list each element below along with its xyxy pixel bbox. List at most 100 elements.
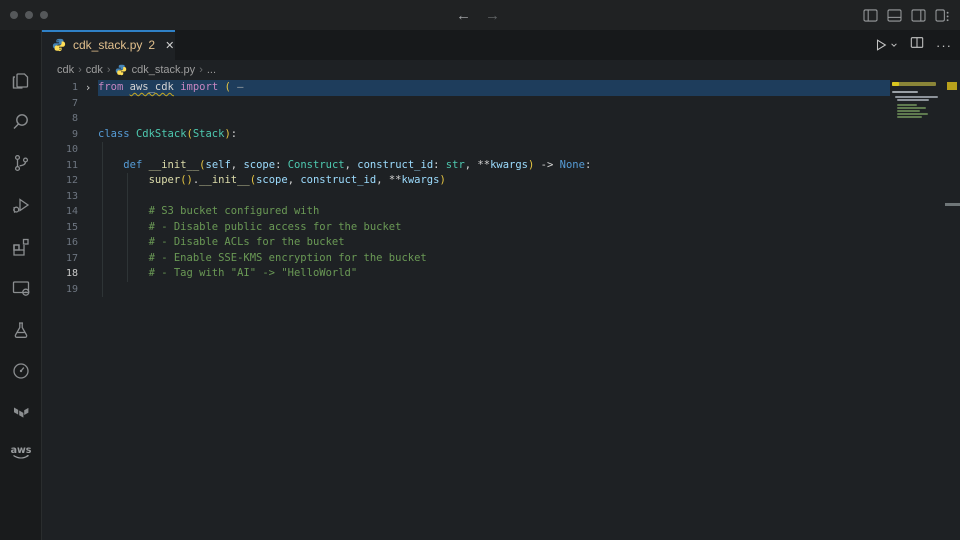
code-line[interactable]: 10 — [42, 142, 890, 158]
minimap-line — [892, 91, 918, 93]
code-token: # - Enable SSE-KMS encryption for the bu… — [149, 252, 427, 264]
code-token: # - Disable public access for the bucket — [149, 221, 402, 233]
minimap-line — [892, 82, 899, 86]
code-line[interactable]: 16 # - Disable ACLs for the bucket — [42, 235, 890, 251]
back-icon[interactable]: ← — [456, 7, 471, 24]
line-number[interactable]: 16 — [42, 235, 78, 251]
code-line[interactable]: 13 — [42, 189, 890, 205]
close-tab-icon[interactable]: ✕ — [165, 39, 174, 52]
code-token: : — [231, 128, 237, 140]
line-number[interactable]: 8 — [42, 111, 78, 127]
terraform-icon[interactable] — [0, 395, 42, 431]
line-number[interactable]: 15 — [42, 220, 78, 236]
split-editor-icon[interactable] — [910, 36, 924, 54]
window-controls[interactable] — [0, 11, 48, 19]
remote-explorer-icon[interactable] — [0, 270, 42, 306]
tab-cdk-stack-py[interactable]: cdk_stack.py 2 ✕ — [42, 30, 175, 60]
indent-guide — [127, 189, 128, 205]
run-python-file-button[interactable] — [874, 38, 898, 52]
testing-beaker-icon[interactable] — [0, 312, 42, 348]
code-line[interactable]: 8 — [42, 111, 890, 127]
code-token: : — [275, 159, 288, 171]
code-token — [98, 221, 149, 233]
code-line[interactable]: 14 # S3 bucket configured with — [42, 204, 890, 220]
toggle-primary-sidebar-icon[interactable] — [863, 9, 878, 22]
code-line[interactable]: 19 — [42, 282, 890, 298]
code-line[interactable]: 12 super().__init__(scope, construct_id,… — [42, 173, 890, 189]
indent-guide — [127, 220, 128, 236]
code-token — [98, 236, 149, 248]
line-number[interactable]: 9 — [42, 127, 78, 143]
code-line[interactable]: 17 # - Enable SSE-KMS encryption for the… — [42, 251, 890, 267]
code-line[interactable]: 1›from aws_cdk import ( – — [42, 80, 890, 96]
code-line[interactable]: 11 def __init__(self, scope: Construct, … — [42, 158, 890, 174]
code-line[interactable]: 18 # - Tag with "AI" -> "HelloWorld" — [42, 266, 890, 282]
layout-controls — [863, 0, 950, 30]
fold-gutter — [78, 251, 98, 267]
code-token: kwargs — [490, 159, 528, 171]
indent-guide — [102, 282, 103, 298]
line-number[interactable]: 19 — [42, 282, 78, 298]
close-window-icon[interactable] — [10, 11, 18, 19]
code-text — [98, 111, 890, 127]
line-number[interactable]: 17 — [42, 251, 78, 267]
run-debug-icon[interactable] — [0, 187, 42, 223]
extensions-icon[interactable] — [0, 229, 42, 265]
explorer-icon[interactable] — [0, 62, 42, 98]
line-number[interactable]: 14 — [42, 204, 78, 220]
toggle-secondary-sidebar-icon[interactable] — [911, 9, 926, 22]
code-line[interactable]: 9 class CdkStack(Stack): — [42, 127, 890, 143]
code-text: super().__init__(scope, construct_id, **… — [98, 173, 890, 189]
minimap-line — [897, 113, 928, 115]
minimap-line — [895, 96, 938, 98]
code-token: , — [345, 159, 358, 171]
fold-gutter — [78, 204, 98, 220]
indent-guide — [102, 251, 103, 267]
line-number[interactable]: 11 — [42, 158, 78, 174]
more-actions-icon[interactable]: ··· — [936, 38, 952, 53]
minimap[interactable] — [890, 80, 944, 540]
breadcrumb-item-cdk[interactable]: cdk — [57, 64, 74, 76]
line-number[interactable]: 7 — [42, 96, 78, 112]
code-token: None — [560, 159, 585, 171]
line-number[interactable]: 18 — [42, 266, 78, 282]
toggle-panel-icon[interactable] — [887, 9, 902, 22]
line-number[interactable]: 13 — [42, 189, 78, 205]
tab-badge: 2 — [148, 38, 155, 52]
code-token: , — [231, 159, 244, 171]
code-token: # S3 bucket configured with — [149, 205, 320, 217]
overview-ruler[interactable] — [945, 80, 960, 540]
aws-icon[interactable]: aws — [0, 435, 42, 471]
breadcrumb-item-symbol[interactable]: ... — [207, 64, 216, 76]
code-editor[interactable]: 1›from aws_cdk import ( –789 class CdkSta… — [42, 80, 890, 297]
code-token: , — [465, 159, 478, 171]
chevron-right-icon: › — [78, 64, 82, 76]
line-number[interactable]: 10 — [42, 142, 78, 158]
code-token: construct_id — [357, 159, 433, 171]
code-line[interactable]: 15 # - Disable public access for the buc… — [42, 220, 890, 236]
fold-chevron-icon[interactable]: › — [78, 80, 98, 96]
vscode-window: ← → — [0, 0, 960, 540]
code-token: : — [585, 159, 591, 171]
code-text — [98, 282, 890, 298]
code-token: Construct — [288, 159, 345, 171]
source-control-icon[interactable] — [0, 145, 42, 181]
minimap-line — [897, 116, 922, 118]
line-number[interactable]: 12 — [42, 173, 78, 189]
breadcrumb-item-file[interactable]: cdk_stack.py — [132, 64, 196, 76]
indent-guide — [127, 204, 128, 220]
minimize-window-icon[interactable] — [25, 11, 33, 19]
search-icon[interactable] — [0, 104, 42, 140]
code-text: class CdkStack(Stack): — [98, 127, 890, 143]
customize-layout-icon[interactable] — [935, 9, 950, 22]
maximize-window-icon[interactable] — [40, 11, 48, 19]
forward-icon[interactable]: → — [485, 7, 500, 24]
code-line[interactable]: 7 — [42, 96, 890, 112]
code-token: Stack — [193, 128, 225, 140]
line-number[interactable]: 1 — [42, 80, 78, 96]
breadcrumb-item-cdk2[interactable]: cdk — [86, 64, 103, 76]
indent-guide — [102, 158, 103, 174]
codewhisperer-icon[interactable] — [0, 353, 42, 389]
code-token: scope — [243, 159, 275, 171]
tab-bar: cdk_stack.py 2 ✕ — [42, 30, 960, 60]
